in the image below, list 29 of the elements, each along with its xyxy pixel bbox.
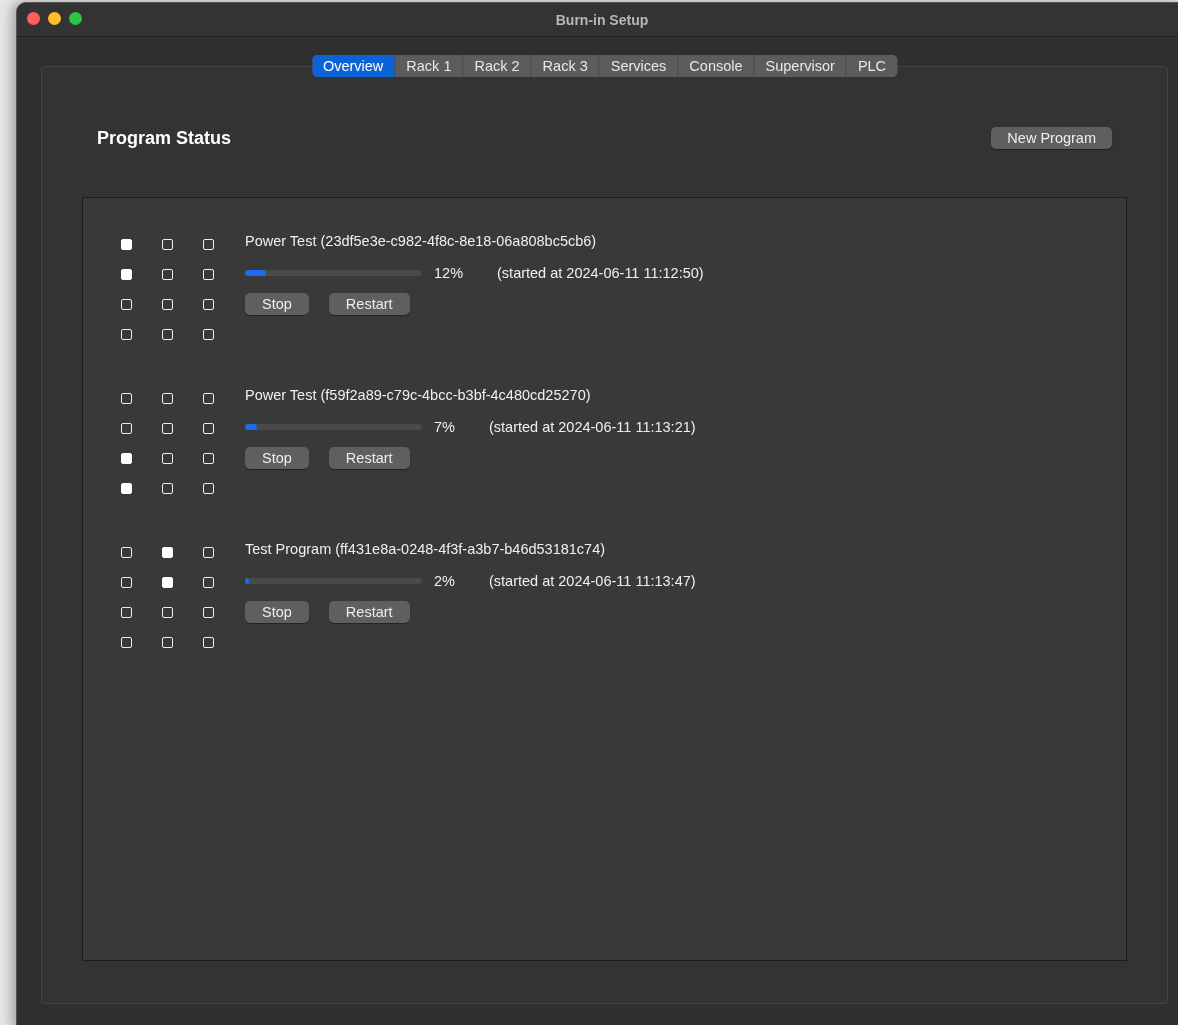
minimize-button[interactable] [48,12,61,25]
progress-percent: 7% [434,419,455,435]
tab[interactable]: Rack 2 [463,55,532,77]
tab[interactable]: PLC [846,55,898,77]
tab[interactable]: Overview [311,55,396,77]
progress-percent: 12% [434,265,464,281]
section-heading: Program Status [97,127,232,149]
program-name: Power Test (23df5e3e-c982-4f8c-8e18-06a808bc5cb6) [245,233,598,251]
program-button[interactable]: Stop [245,447,309,469]
tab[interactable]: Console [678,55,755,77]
program-name: Power Test (f59f2a89-c79c-4bcc-b3bf-4c480cd25270) [245,387,592,405]
program-button[interactable]: Stop [245,293,309,315]
program-button[interactable]: Restart [328,601,410,623]
close-button[interactable] [27,12,40,25]
zoom-button[interactable] [69,12,82,25]
program-name: Test Program (ff431e8a-0248-4f3f-a3b7-b46d53181c74) [245,541,607,559]
start-time: (started at 2024-06-11 11:13:47) [488,573,696,589]
progress-percent: 2% [434,573,455,589]
tab[interactable]: Supervisor [754,55,847,77]
window-title: Burn-in Setup [555,11,649,28]
start-time: (started at 2024-06-11 11:12:50) [497,265,704,281]
tab[interactable]: Rack 3 [531,55,600,77]
program-button[interactable]: Restart [328,293,410,315]
program-button[interactable]: Stop [245,601,309,623]
new-program-button[interactable]: New Program [991,127,1112,149]
tab[interactable]: Rack 1 [395,55,464,77]
start-time: (started at 2024-06-11 11:13:21) [488,419,696,435]
tab[interactable]: Services [599,55,679,77]
program-button[interactable]: Restart [328,447,410,469]
